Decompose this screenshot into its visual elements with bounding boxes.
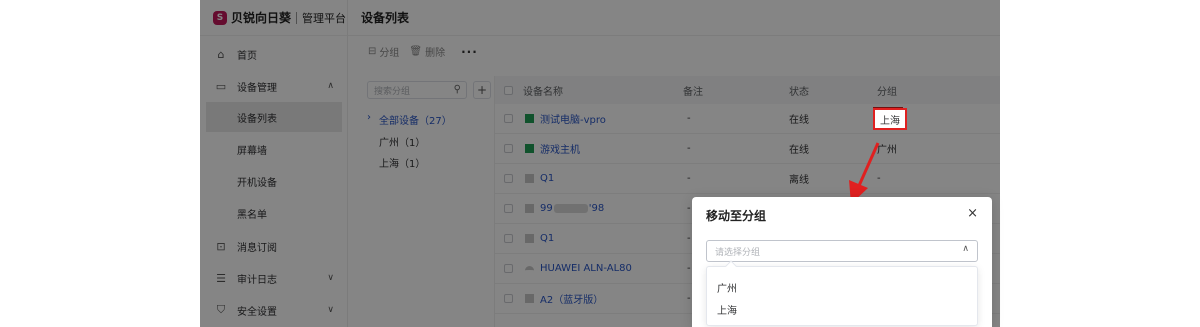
group-select[interactable]: 请选择分组 ∧ bbox=[706, 240, 978, 262]
option-shanghai[interactable]: 上海 bbox=[717, 302, 737, 317]
dialog-title: 移动至分组 bbox=[706, 209, 767, 223]
group-select-dropdown: 广州 上海 bbox=[706, 260, 978, 326]
chevron-up-icon: ∧ bbox=[962, 244, 969, 254]
option-guangzhou[interactable]: 广州 bbox=[717, 280, 737, 295]
close-icon[interactable]: × bbox=[967, 206, 978, 221]
annotation-highlight-box: 上海 bbox=[873, 108, 907, 130]
